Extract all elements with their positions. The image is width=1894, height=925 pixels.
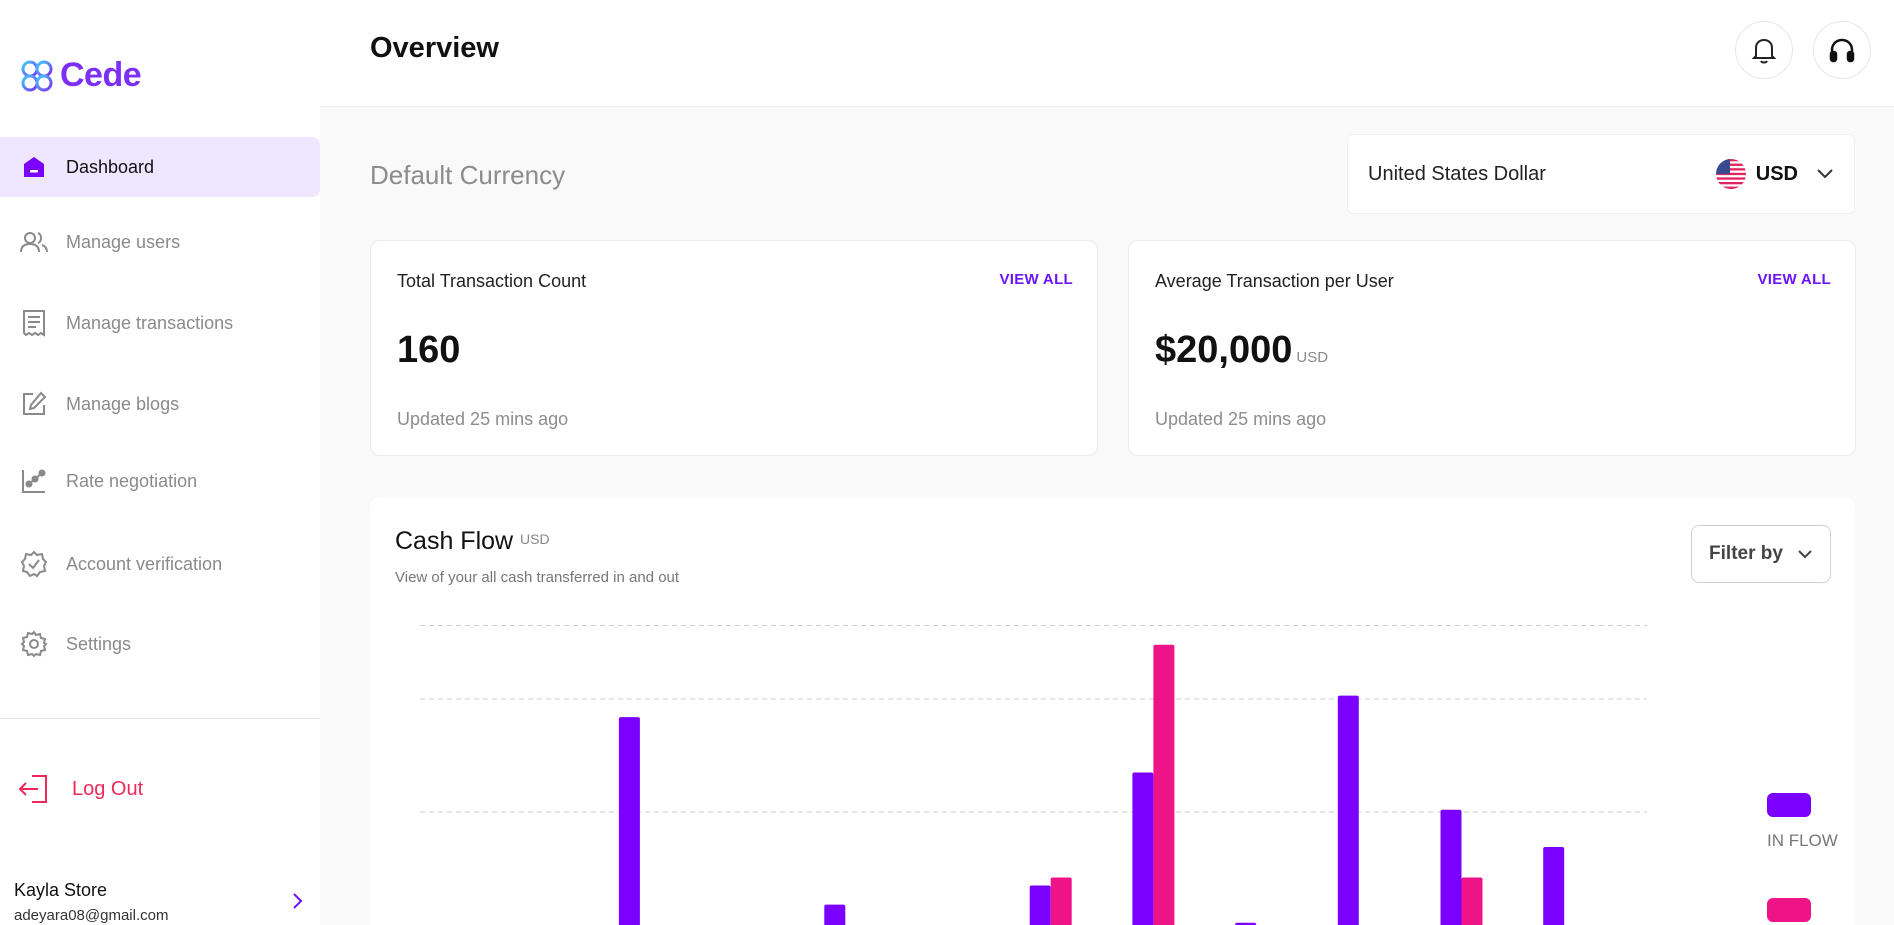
edit-icon <box>20 390 48 418</box>
bar-in-flow-8[interactable] <box>1132 772 1154 925</box>
card-updated: Updated 25 mins ago <box>397 409 569 429</box>
average-transaction-card: Average Transaction per User VIEW ALL $2… <box>1128 240 1856 456</box>
brand-name: Cede <box>60 56 142 94</box>
view-all-link[interactable]: VIEW ALL <box>999 271 1073 288</box>
bar-in-flow-11[interactable] <box>1440 809 1462 925</box>
sidebar-item-label: Manage blogs <box>66 393 180 414</box>
us-flag-icon <box>1715 159 1746 189</box>
chevron-right-icon <box>293 893 303 909</box>
main-content: Overview Default Currency United States … <box>320 0 1894 925</box>
brand-logo[interactable]: Cede <box>20 56 142 95</box>
receipt-icon <box>20 309 48 337</box>
bar-in-flow-3[interactable] <box>618 717 640 925</box>
sidebar-item-rate-negotiation[interactable]: Rate negotiation <box>0 451 320 511</box>
profile-name: Kayla Store <box>14 880 108 900</box>
topbar: Overview <box>320 0 1894 107</box>
logout-label: Log Out <box>72 777 144 800</box>
sidebar-item-label: Account verification <box>66 553 223 574</box>
card-value-unit: USD <box>1296 349 1329 366</box>
bar-in-flow-10[interactable] <box>1337 695 1359 925</box>
profile-summary[interactable]: Kayla Store adeyara08@gmail.com <box>14 880 304 924</box>
total-transaction-card: Total Transaction Count VIEW ALL 160 Upd… <box>370 240 1098 456</box>
card-value: $20,000 USD <box>1155 329 1328 372</box>
currency-code: USD <box>1755 162 1798 185</box>
cede-logo-icon <box>21 60 53 91</box>
legend-in-flow: IN FLOW <box>1767 793 1838 851</box>
sidebar-item-manage-transactions[interactable]: Manage transactions <box>0 293 320 353</box>
view-all-link[interactable]: VIEW ALL <box>1757 271 1831 288</box>
bar-in-flow-12[interactable] <box>1543 847 1565 925</box>
card-value-number: $20,000 <box>1155 329 1293 371</box>
bar-out-flow-11[interactable] <box>1461 877 1483 925</box>
currency-name: United States Dollar <box>1368 162 1546 185</box>
notifications-button[interactable] <box>1735 21 1793 79</box>
logout-button[interactable]: Log Out <box>18 774 143 804</box>
users-icon <box>20 228 48 256</box>
sidebar-item-label: Rate negotiation <box>66 470 198 491</box>
chevron-down-icon <box>1817 169 1833 179</box>
support-button[interactable] <box>1813 21 1871 79</box>
sidebar-item-label: Manage users <box>66 231 181 252</box>
legend-out-flow <box>1767 898 1811 922</box>
sidebar-divider <box>0 718 320 719</box>
card-title: Total Transaction Count <box>397 271 587 291</box>
bar-out-flow-7[interactable] <box>1050 877 1072 925</box>
home-icon <box>20 153 48 181</box>
currency-code-group: USD <box>1715 159 1834 189</box>
logout-icon <box>18 775 47 803</box>
sidebar-item-settings[interactable]: Settings <box>0 614 320 674</box>
badge-check-icon <box>20 550 48 578</box>
card-value-number: 160 <box>397 329 461 371</box>
gear-icon <box>20 630 48 658</box>
legend-swatch-in-flow <box>1767 793 1811 817</box>
cashflow-chart <box>420 625 1647 925</box>
profile-email: adeyara08@gmail.com <box>14 907 169 924</box>
cashflow-panel: Cash Flow USD View of your all cash tran… <box>370 497 1855 925</box>
sidebar-item-dashboard[interactable]: Dashboard <box>0 137 320 197</box>
bar-in-flow-5[interactable] <box>824 904 846 925</box>
bar-in-flow-7[interactable] <box>1029 885 1051 925</box>
currency-select[interactable]: United States Dollar USD <box>1347 134 1855 214</box>
sidebar-item-label: Settings <box>66 633 132 654</box>
sidebar-item-label: Manage transactions <box>66 312 234 333</box>
headphones-icon <box>1829 38 1855 63</box>
sidebar-item-manage-blogs[interactable]: Manage blogs <box>0 374 320 434</box>
sidebar-item-label: Dashboard <box>66 156 155 177</box>
chart-icon <box>20 467 48 495</box>
legend-swatch-out-flow <box>1767 898 1811 922</box>
bar-out-flow-8[interactable] <box>1153 644 1175 925</box>
card-title: Average Transaction per User <box>1155 271 1394 291</box>
legend-label-in-flow: IN FLOW <box>1767 831 1838 850</box>
sidebar-item-manage-users[interactable]: Manage users <box>0 212 320 272</box>
card-updated: Updated 25 mins ago <box>1155 409 1327 429</box>
sidebar: Cede Dashboard Manage users Manage trans… <box>0 0 320 925</box>
card-value: 160 <box>397 329 460 372</box>
page-title: Overview <box>370 32 499 64</box>
bell-icon <box>1751 38 1777 64</box>
sidebar-item-account-verification[interactable]: Account verification <box>0 534 320 594</box>
default-currency-label: Default Currency <box>370 160 566 190</box>
